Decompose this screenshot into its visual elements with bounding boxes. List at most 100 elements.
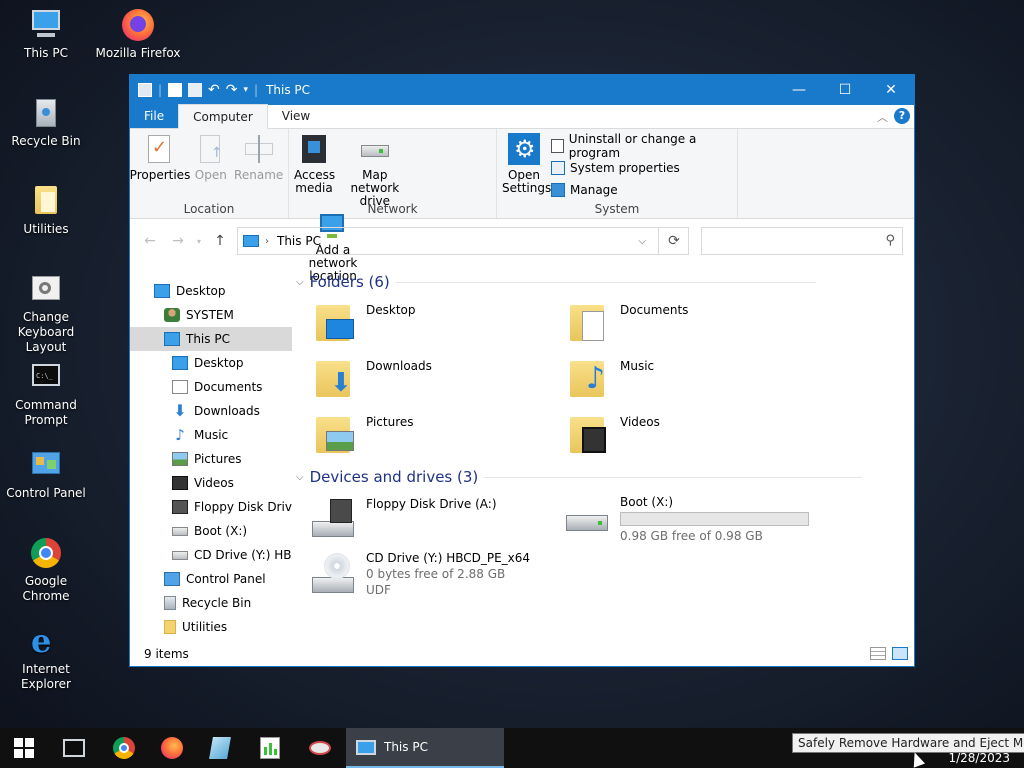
terminal-icon	[63, 739, 85, 757]
nav-item-utilities[interactable]: Utilities	[130, 615, 292, 639]
breadcrumb[interactable]: This PC	[277, 234, 321, 248]
taskbar-chrome[interactable]	[100, 728, 148, 768]
uninstall-icon	[551, 139, 564, 153]
rename-button[interactable]: Rename	[234, 133, 283, 182]
undo-icon[interactable]: ↶	[208, 82, 220, 98]
redo-icon[interactable]: ↷	[226, 82, 238, 98]
drive-cd[interactable]: CD Drive (Y:) HBCD_PE_x64 0 bytes free o…	[310, 551, 530, 597]
nav-item-boot-drive[interactable]: Boot (X:)	[130, 519, 292, 543]
forward-button[interactable]: →	[164, 233, 192, 249]
desktop-icon-recycle-bin[interactable]: Recycle Bin	[0, 96, 92, 149]
desktop-icon-this-pc[interactable]: This PC	[0, 8, 92, 61]
address-dropdown-icon[interactable]: ⌵	[638, 236, 646, 247]
nav-item-documents[interactable]: Documents	[130, 375, 292, 399]
search-input[interactable]: ⚲	[701, 227, 903, 255]
start-button[interactable]	[0, 728, 48, 768]
new-folder-icon[interactable]	[188, 83, 203, 97]
desktop-icon-command-prompt[interactable]: C:\_ Command Prompt	[0, 360, 92, 428]
recent-locations-button[interactable]: ▾	[192, 237, 206, 246]
folder-music[interactable]: ♪ Music	[570, 359, 654, 399]
help-icon[interactable]: ?	[894, 108, 910, 124]
control-panel-icon	[164, 572, 180, 586]
system-properties-button[interactable]: System properties	[551, 159, 733, 177]
drive-boot[interactable]: Boot (X:) 0.98 GB free of 0.98 GB	[564, 495, 809, 543]
tab-computer[interactable]: Computer	[178, 104, 268, 129]
nav-item-floppy[interactable]: Floppy Disk Drive	[130, 495, 292, 519]
close-button[interactable]: ✕	[868, 75, 914, 105]
desktop-icon-firefox[interactable]: Mozilla Firefox	[92, 8, 184, 61]
details-view-icon[interactable]	[870, 647, 886, 660]
explorer-window[interactable]: | ↶ ↷ ▾ | This PC — ☐ ✕ File Computer Vi…	[129, 74, 915, 667]
properties-icon[interactable]	[168, 83, 183, 97]
nav-item-pictures[interactable]: Pictures	[130, 447, 292, 471]
taskbar-explorer-this-pc[interactable]: This PC	[346, 728, 504, 768]
nav-item-system[interactable]: SYSTEM	[130, 303, 292, 327]
desktop-icon-label: Recycle Bin	[11, 134, 81, 148]
desktop-icon-control-panel[interactable]: Control Panel	[0, 448, 92, 501]
customize-toolbar-icon[interactable]: ▾	[244, 85, 249, 95]
taskbar-app[interactable]	[196, 728, 244, 768]
open-button[interactable]: ↑ Open	[190, 133, 232, 182]
desktop-icon-internet-explorer[interactable]: e Internet Explorer	[0, 624, 92, 692]
devices-section-header[interactable]: ⌵ Devices and drives (3)	[296, 468, 863, 486]
folders-section-header[interactable]: ⌵ Folders (6)	[296, 273, 816, 291]
status-bar: 9 items	[130, 642, 914, 666]
desktop-icon-chrome[interactable]: Google Chrome	[0, 536, 92, 604]
nav-item-recycle-bin[interactable]: Recycle Bin	[130, 591, 292, 615]
nav-item-this-pc[interactable]: This PC	[130, 327, 292, 351]
map-network-drive-button[interactable]: Map network drive	[339, 133, 411, 208]
desktop-icon-keyboard-layout[interactable]: Change Keyboard Layout	[0, 272, 92, 355]
tab-file[interactable]: File	[130, 104, 179, 128]
tab-view[interactable]: View	[268, 104, 324, 128]
desktop-icon-utilities[interactable]: Utilities	[0, 184, 92, 237]
large-icons-view-icon[interactable]	[892, 647, 908, 660]
system-properties-icon	[551, 161, 565, 175]
minimize-button[interactable]: —	[776, 75, 822, 105]
terminal-icon: C:\_	[29, 360, 63, 394]
nav-item-cd-drive[interactable]: CD Drive (Y:) HBC	[130, 543, 292, 567]
computer-icon	[29, 8, 63, 42]
nav-item-control-panel[interactable]: Control Panel	[130, 567, 292, 591]
taskbar-firefox[interactable]	[148, 728, 196, 768]
nav-item-music[interactable]: ♪ Music	[130, 423, 292, 447]
desktop-icon	[154, 284, 170, 298]
refresh-button[interactable]: ⟳	[658, 227, 689, 255]
nav-item-desktop-sub[interactable]: Desktop	[130, 351, 292, 375]
manage-button[interactable]: Manage	[551, 181, 733, 199]
open-icon: ↑	[195, 133, 227, 165]
rename-icon	[243, 133, 275, 165]
access-media-button[interactable]: Access media	[293, 133, 335, 195]
uninstall-program-button[interactable]: Uninstall or change a program	[551, 132, 733, 160]
maximize-button[interactable]: ☐	[822, 75, 868, 105]
folder-downloads[interactable]: ⬇ Downloads	[316, 359, 432, 399]
folder-desktop[interactable]: Desktop	[316, 303, 416, 343]
control-panel-icon	[29, 448, 63, 482]
drive-floppy[interactable]: Floppy Disk Drive (A:)	[310, 497, 497, 539]
ribbon-group-network: Access media Map network drive Add a net…	[289, 129, 497, 283]
folder-pictures[interactable]: Pictures	[316, 415, 414, 455]
recycle-bin-icon	[164, 596, 176, 610]
taskbar-app-3[interactable]	[296, 728, 344, 768]
breadcrumb-separator-icon: ›	[265, 235, 269, 247]
title-bar[interactable]: | ↶ ↷ ▾ | This PC — ☐ ✕	[130, 75, 914, 105]
taskbar-app-2[interactable]	[246, 728, 294, 768]
taskbar-command-prompt[interactable]	[50, 728, 98, 768]
properties-button[interactable]: ✓ Properties	[130, 133, 190, 182]
nav-item-videos[interactable]: Videos	[130, 471, 292, 495]
collapse-chevron-icon: ⌵	[296, 276, 304, 288]
collapse-chevron-icon: ⌵	[296, 471, 304, 483]
nav-item-desktop[interactable]: Desktop	[130, 279, 292, 303]
collapse-ribbon-icon[interactable]: ︿	[877, 109, 888, 125]
folder-videos[interactable]: Videos	[570, 415, 660, 455]
tray-tooltip: Safely Remove Hardware and Eject Media	[792, 733, 1024, 753]
nav-item-downloads[interactable]: ⬇ Downloads	[130, 399, 292, 423]
back-button[interactable]: ←	[136, 233, 164, 249]
drive-label: Boot (X:)	[620, 495, 674, 509]
drive-filesystem: UDF	[366, 583, 391, 597]
media-icon	[298, 133, 330, 165]
up-button[interactable]: ↑	[206, 233, 234, 249]
folder-documents[interactable]: Documents	[570, 303, 688, 343]
address-bar[interactable]: › This PC ⌵	[237, 227, 689, 255]
ribbon-tabs: File Computer View ︿ ?	[130, 104, 914, 129]
desktop-folder-icon	[316, 303, 356, 343]
